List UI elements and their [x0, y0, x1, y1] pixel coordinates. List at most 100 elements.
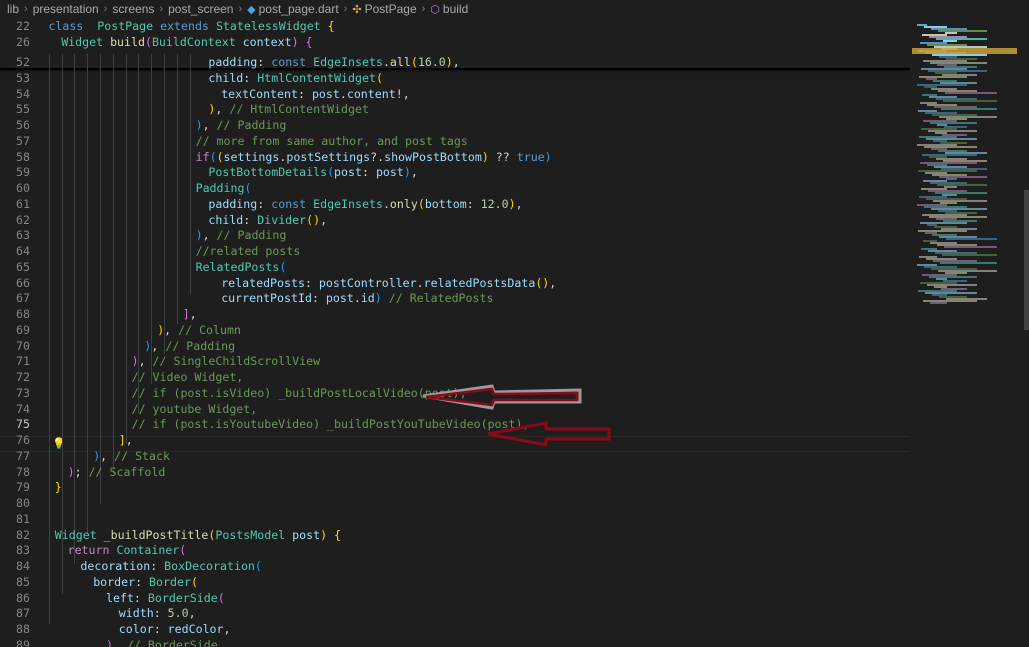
- code-token: .: [416, 275, 424, 290]
- line-number: 54: [16, 86, 30, 101]
- code-token: .: [382, 55, 390, 69]
- code-line[interactable]: 54 textContent: post.content!,: [0, 86, 910, 102]
- code-line[interactable]: 59 PostBottomDetails(post: post),: [0, 164, 910, 180]
- code-token: PostsModel: [215, 527, 286, 542]
- code-token: (: [209, 149, 217, 164]
- code-token: ): [195, 118, 203, 132]
- code-editor[interactable]: 💡 22 class PostPage extends StatelessWidg…: [0, 18, 910, 647]
- code-line[interactable]: 82 Widget _buildPostTitle(PostsModel post…: [0, 527, 910, 543]
- method-symbol-icon: ⬡: [430, 3, 440, 16]
- code-line[interactable]: 88 color: redColor,: [0, 621, 910, 637]
- code-line[interactable]: 87 width: 5.0,: [0, 605, 910, 621]
- code-line[interactable]: 69), // Column: [0, 322, 910, 338]
- code-token: ): [320, 527, 328, 542]
- code-line[interactable]: 62 child: Divider(),: [0, 212, 910, 228]
- code-line[interactable]: 64 //related posts: [0, 243, 910, 259]
- code-token: build: [110, 35, 145, 49]
- code-token: const: [271, 196, 307, 211]
- code-token: ,: [549, 275, 557, 290]
- code-line[interactable]: 53 child: HtmlContentWidget(: [0, 70, 910, 86]
- breadcrumb-item-file[interactable]: post_page.dart: [259, 2, 339, 16]
- code-token: ,: [452, 55, 460, 69]
- code-token: :: [243, 70, 258, 85]
- code-line[interactable]: 56), // Padding: [0, 117, 910, 133]
- code-token: // if (post.isYoutubeVideo) _buildPostYo…: [131, 417, 530, 432]
- code-line[interactable]: 61 padding: const EdgeInsets.only(bottom:…: [0, 196, 910, 212]
- code-line[interactable]: 72 // Video Widget,: [0, 369, 910, 385]
- line-number: 77: [16, 448, 30, 463]
- code-line[interactable]: 81: [0, 511, 910, 527]
- breadcrumb-item-presentation[interactable]: presentation: [33, 2, 99, 16]
- code-text: child: Divider(),: [208, 212, 327, 228]
- minimap-viewport-highlight[interactable]: [912, 48, 1017, 54]
- code-line[interactable]: 85 border: Border(: [0, 574, 910, 590]
- breadcrumb-item-screens[interactable]: screens: [112, 2, 154, 16]
- code-line[interactable]: 55), // HtmlContentWidget: [0, 101, 910, 117]
- code-line[interactable]: 57 // more from same author, and post tag…: [0, 133, 910, 149]
- code-line[interactable]: 68],: [0, 306, 910, 322]
- minimap[interactable]: [912, 18, 1017, 647]
- code-line[interactable]: 77 ), // Stack: [0, 448, 910, 464]
- code-text: currentPostId: post.id) // RelatedPosts: [221, 290, 493, 306]
- code-token: }: [54, 480, 62, 495]
- code-token: // Stack: [114, 448, 170, 463]
- code-line[interactable]: 63), // Padding: [0, 227, 910, 243]
- code-text: Widget build(BuildContext context) {: [61, 34, 312, 50]
- code-line[interactable]: 76],: [0, 432, 910, 448]
- code-line[interactable]: 71), // SingleChildScrollView: [0, 353, 910, 369]
- code-line[interactable]: 65 RelatedPosts(: [0, 259, 910, 275]
- code-token: ,: [125, 433, 133, 447]
- code-line[interactable]: 78); // Scaffold: [0, 464, 910, 480]
- code-token: (: [254, 559, 262, 573]
- code-line[interactable]: 60 Padding(: [0, 180, 910, 196]
- code-token: :: [243, 212, 258, 227]
- code-token: (): [306, 212, 321, 227]
- code-text: }: [55, 479, 62, 495]
- code-line[interactable]: 67 currentPostId: post.id) // RelatedPost…: [0, 290, 910, 306]
- code-token: :: [133, 590, 148, 605]
- code-token: ): [195, 228, 203, 243]
- chevron-right-icon: ›: [159, 3, 164, 15]
- code-token: :: [150, 559, 165, 573]
- vertical-scrollbar[interactable]: [1023, 18, 1029, 647]
- code-line[interactable]: 83 return Container(: [0, 542, 910, 558]
- breadcrumb-item-method[interactable]: build: [443, 2, 468, 16]
- code-line[interactable]: 52 padding: const EdgeInsets.all(16.0),: [0, 54, 910, 70]
- scrollbar-thumb[interactable]: [1024, 190, 1029, 330]
- breadcrumb-item-lib[interactable]: lib: [7, 2, 19, 16]
- code-token: relatedPostsData: [423, 275, 536, 290]
- line-number: 75: [16, 417, 30, 432]
- code-line[interactable]: 89), // BorderSide: [0, 637, 910, 647]
- code-line[interactable]: 70), // Padding: [0, 338, 910, 354]
- code-text: ), // Stack: [93, 448, 170, 464]
- code-line[interactable]: 58 if((settings.postSettings?.showPostBot…: [0, 149, 910, 165]
- code-token: ,: [151, 338, 166, 353]
- line-number: 73: [16, 385, 30, 400]
- sticky-code-line[interactable]: 22 class PostPage extends StatelessWidget…: [0, 18, 910, 34]
- code-token: BoxDecoration: [164, 559, 255, 573]
- code-token: EdgeInsets: [313, 55, 383, 69]
- code-line[interactable]: 84 decoration: BoxDecoration(: [0, 558, 910, 574]
- line-number: 82: [16, 527, 30, 542]
- code-token: ): [106, 637, 113, 647]
- breadcrumb-item-post-screen[interactable]: post_screen: [168, 2, 233, 16]
- code-token: :: [297, 86, 312, 101]
- breadcrumb-item-class[interactable]: PostPage: [365, 2, 417, 16]
- sticky-code-line[interactable]: 26 Widget build(BuildContext context) {: [0, 34, 910, 50]
- code-token: ): [445, 55, 453, 69]
- code-line[interactable]: 86 left: BorderSide(: [0, 590, 910, 606]
- code-token: ): [374, 291, 382, 306]
- code-token: // Column: [178, 322, 241, 337]
- code-line[interactable]: 75 // if (post.isYoutubeVideo) _buildPost…: [0, 416, 910, 432]
- code-line[interactable]: 66 relatedPosts: postController.relatedPo…: [0, 275, 910, 291]
- minimap-line: [944, 246, 997, 248]
- code-token: .: [353, 291, 361, 306]
- code-token: id: [360, 291, 375, 306]
- code-token: //related posts: [195, 244, 301, 258]
- line-number: 70: [16, 338, 30, 353]
- code-line[interactable]: 80: [0, 495, 910, 511]
- code-token: // Scaffold: [88, 464, 166, 479]
- code-line[interactable]: 79}: [0, 479, 910, 495]
